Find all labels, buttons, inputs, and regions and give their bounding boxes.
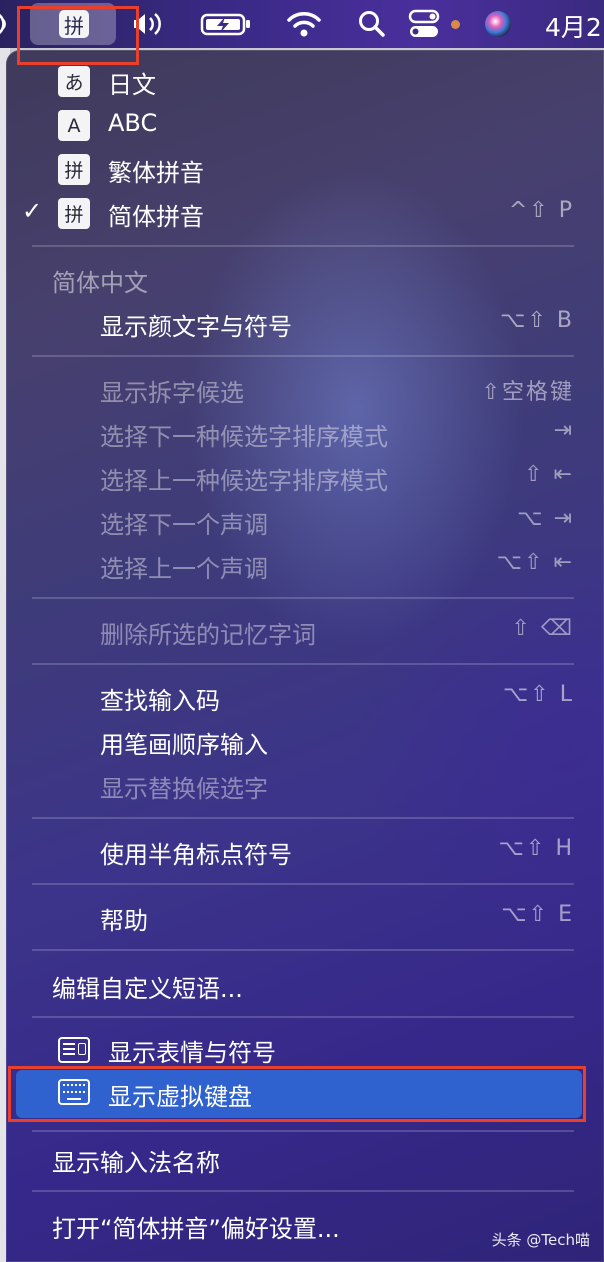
menu-item-japanese[interactable]: あ 日文 (6, 60, 604, 104)
menu-item-label: 繁体拼音 (108, 159, 204, 187)
checkmark-icon: ✓ (22, 197, 43, 225)
keyboard-shortcut: ^⇧ P (508, 198, 574, 223)
emoji-viewer-icon (58, 1037, 90, 1063)
menu-item-label: 查找输入码 (100, 687, 220, 715)
menu-item-show-replacement-candidates[interactable]: 显示替换候选字 (6, 764, 604, 808)
menu-separator (32, 949, 574, 951)
menu-item-label: 选择下一种候选字排序模式 (100, 423, 388, 451)
menu-item-label: 使用半角标点符号 (100, 841, 292, 869)
menu-item-label: 删除所选的记忆字词 (100, 621, 316, 649)
japanese-input-icon: あ (58, 66, 90, 97)
keyboard-shortcut: ⌥⇧ L (502, 682, 574, 707)
keyboard-shortcut: ⌥⇧ E (501, 902, 574, 927)
menu-item-label: 日文 (108, 71, 156, 99)
keyboard-shortcut: ⇥ (553, 418, 574, 443)
watermark: 头条 @Tech喵 (491, 1231, 590, 1249)
menu-item-label: 选择下一个声调 (100, 511, 268, 539)
control-center-icon[interactable] (404, 0, 444, 48)
menu-item-label: 用笔画顺序输入 (100, 731, 268, 759)
menu-item-previous-tone[interactable]: 选择上一个声调 ⌥⇧ ⇤ (6, 544, 604, 588)
menu-item-traditional-pinyin[interactable]: 拼 繁体拼音 (6, 148, 604, 192)
menu-separator (32, 1130, 574, 1132)
menu-item-label: 显示颜文字与符号 (100, 313, 292, 341)
menu-item-halfwidth-punctuation[interactable]: 使用半角标点符号 ⌥⇧ H (6, 830, 604, 874)
menu-item-show-split-candidates[interactable]: 显示拆字候选 ⇧空格键 (6, 368, 604, 412)
pinyin-input-icon: 拼 (58, 154, 90, 185)
menu-item-label: 显示输入法名称 (52, 1149, 220, 1177)
annotation-highlight-box (8, 1066, 586, 1122)
wifi-icon[interactable] (284, 0, 324, 48)
menu-separator (32, 597, 574, 599)
keyboard-shortcut: ⌥⇧ H (498, 836, 574, 861)
menu-item-label: 打开“简体拼音”偏好设置... (52, 1215, 340, 1243)
abc-input-icon: A (58, 110, 90, 141)
menu-separator (32, 355, 574, 357)
wifi-extra-icon[interactable] (0, 0, 16, 48)
keyboard-shortcut: ⌥⇧ ⇤ (496, 550, 574, 575)
menu-item-help[interactable]: 帮助 ⌥⇧ E (6, 896, 604, 940)
menu-separator (32, 1016, 574, 1018)
menu-item-label: 显示表情与符号 (108, 1039, 276, 1067)
menu-item-label: 编辑自定义短语... (52, 975, 243, 1003)
battery-charging-icon[interactable] (196, 0, 256, 48)
menu-item-label: 显示拆字候选 (100, 379, 244, 407)
keyboard-shortcut: ⌥ ⇥ (517, 506, 574, 531)
siri-icon[interactable] (480, 0, 516, 48)
menu-item-previous-sort-mode[interactable]: 选择上一种候选字排序模式 ⇧ ⇤ (6, 456, 604, 500)
menu-item-label: ABC (108, 109, 158, 137)
menu-item-label: 选择上一个声调 (100, 555, 268, 583)
menu-item-next-tone[interactable]: 选择下一个声调 ⌥ ⇥ (6, 500, 604, 544)
menu-item-show-input-source-name[interactable]: 显示输入法名称 (6, 1138, 604, 1182)
keyboard-shortcut: ⇧ ⇤ (524, 462, 574, 487)
menu-separator (32, 663, 574, 665)
recording-indicator-dot (451, 20, 460, 29)
section-header-label: 简体中文 (52, 269, 148, 297)
menu-item-delete-memorized-word[interactable]: 删除所选的记忆字词 ⇧ ⌫ (6, 610, 604, 654)
menu-separator (32, 1190, 574, 1192)
keyboard-shortcut: ⇧ ⌫ (511, 616, 574, 641)
menu-item-label: 简体拼音 (108, 203, 204, 231)
menu-item-show-kaomoji[interactable]: 显示颜文字与符号 ⌥⇧ B (6, 302, 604, 346)
menu-item-label: 选择上一种候选字排序模式 (100, 467, 388, 495)
menu-item-next-sort-mode[interactable]: 选择下一种候选字排序模式 ⇥ (6, 412, 604, 456)
section-header-simplified-chinese: 简体中文 (6, 258, 604, 302)
menu-separator (32, 245, 574, 247)
menu-item-stroke-order-input[interactable]: 用笔画顺序输入 (6, 720, 604, 764)
menu-item-simplified-pinyin[interactable]: ✓ 拼 简体拼音 ^⇧ P (6, 192, 604, 236)
annotation-highlight-box (17, 6, 139, 65)
menu-item-lookup-input-code[interactable]: 查找输入码 ⌥⇧ L (6, 676, 604, 720)
keyboard-shortcut: ⌥⇧ B (500, 308, 574, 333)
menu-separator (32, 883, 574, 885)
menubar-clock[interactable]: 4月2 (545, 8, 602, 44)
menu-item-abc[interactable]: A ABC (6, 104, 604, 148)
menu-item-label: 帮助 (100, 907, 148, 935)
pinyin-input-icon: 拼 (58, 198, 90, 229)
spotlight-search-icon[interactable] (352, 0, 392, 48)
keyboard-shortcut: ⇧空格键 (481, 380, 574, 405)
menu-item-label: 显示替换候选字 (100, 775, 268, 803)
menu-separator (32, 817, 574, 819)
menu-item-edit-custom-phrases[interactable]: 编辑自定义短语... (6, 964, 604, 1008)
